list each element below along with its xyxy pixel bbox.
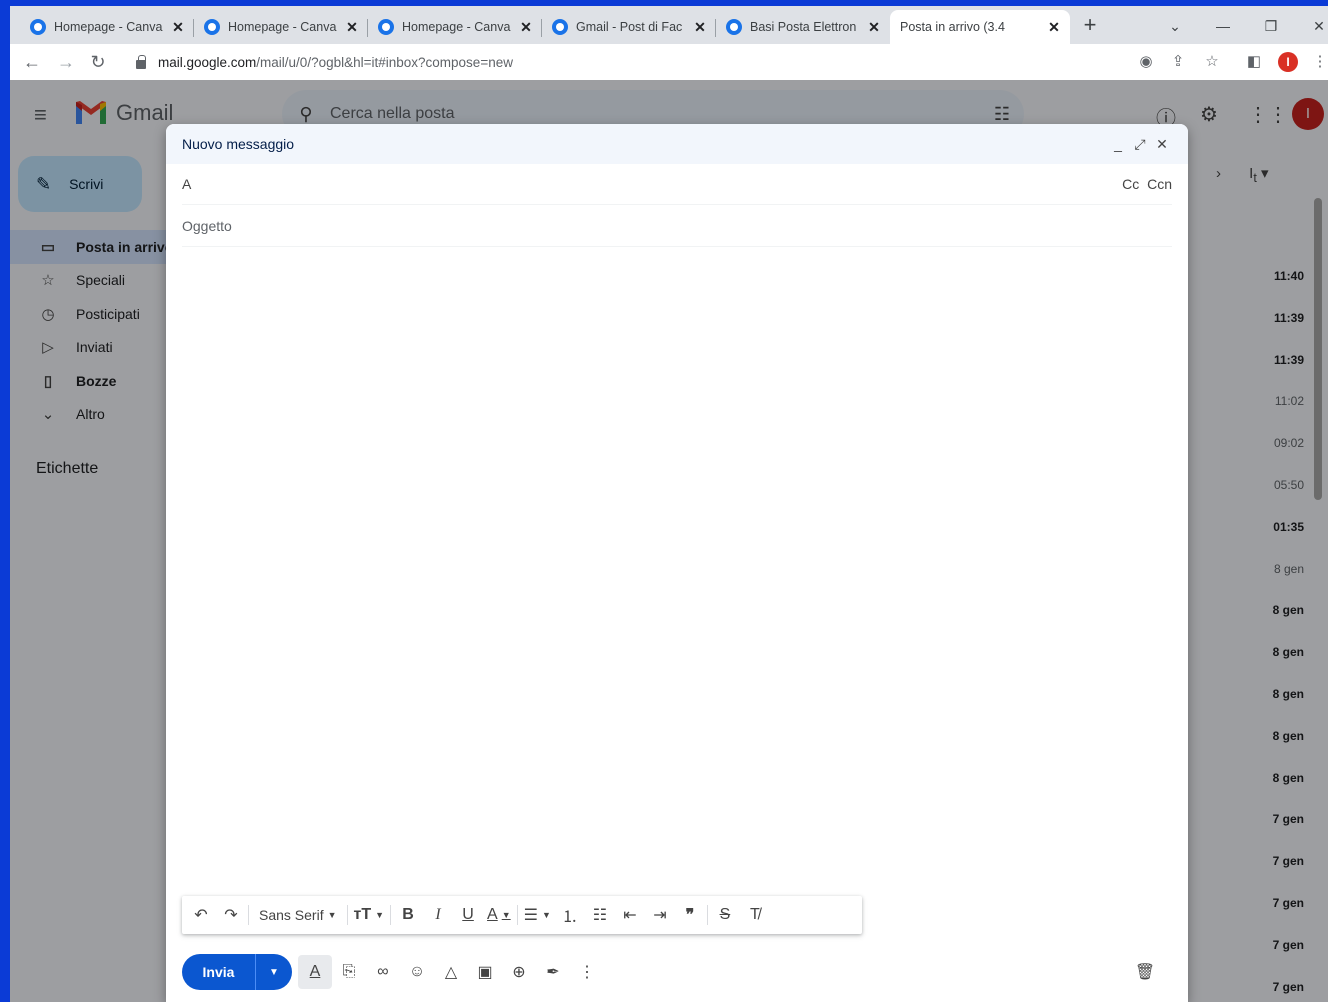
indent-more-icon[interactable]: ⇥	[645, 901, 675, 929]
close-icon[interactable]: ✕	[866, 19, 882, 36]
canva-icon	[552, 19, 568, 35]
new-tab-button[interactable]: +	[1076, 12, 1104, 40]
profile-avatar[interactable]: I	[1278, 52, 1298, 72]
fullscreen-icon[interactable]: ⤢	[1130, 136, 1150, 153]
minimize-icon[interactable]: —	[1208, 12, 1238, 40]
confidential-mode-icon[interactable]: ⊕	[502, 955, 536, 989]
eye-icon[interactable]: ◉	[1134, 50, 1158, 74]
tab-title: Homepage - Canva	[54, 20, 163, 34]
signature-icon[interactable]: ✒	[536, 955, 570, 989]
cc-link[interactable]: Cc	[1122, 176, 1139, 192]
strikethrough-icon[interactable]: S	[710, 901, 740, 929]
undo-icon[interactable]: ↶	[186, 901, 216, 929]
caret-down-icon: ▼	[327, 910, 337, 920]
bulleted-list-icon[interactable]: ☷	[585, 901, 615, 929]
font-family-value: Sans Serif	[259, 907, 324, 923]
to-label: A	[182, 176, 192, 192]
share-icon[interactable]: ⇪	[1166, 50, 1190, 74]
bcc-link[interactable]: Ccn	[1147, 176, 1172, 192]
window-close-icon[interactable]: ✕	[1304, 12, 1328, 40]
tab-strip: Homepage - Canva ✕ Homepage - Canva ✕ Ho…	[10, 6, 1328, 103]
emoji-icon[interactable]: ☺	[400, 955, 434, 989]
numbered-list-icon[interactable]: ⒈	[555, 901, 585, 929]
canva-icon	[30, 19, 46, 35]
close-icon[interactable]: ✕	[344, 19, 360, 36]
close-icon[interactable]: ✕	[170, 19, 186, 36]
indent-less-icon[interactable]: ⇤	[615, 901, 645, 929]
recipients-row: A Cc Ccn	[182, 164, 1172, 205]
compose-header[interactable]: Nuovo messaggio _ ⤢ ✕	[166, 124, 1188, 164]
font-family-select[interactable]: Sans Serif ▼	[251, 901, 345, 929]
align-icon[interactable]: ☰ ▼	[520, 901, 555, 929]
canva-icon	[378, 19, 394, 35]
lock-icon[interactable]	[136, 54, 146, 69]
quote-icon[interactable]: ❞	[675, 901, 705, 929]
formatting-options-icon[interactable]: A	[298, 955, 332, 989]
text-color-icon[interactable]: A ▼	[483, 901, 515, 929]
address-bar[interactable]: mail.google.com/mail/u/0/?ogbl&hl=it#inb…	[128, 49, 1118, 75]
browser-tab-basi-posta[interactable]: Basi Posta Elettron ✕	[716, 10, 890, 44]
tab-title: Gmail - Post di Fac	[576, 20, 683, 34]
compose-actions: Invia ▼ A ⎘ ∞ ☺ △ ▣ ⊕ ✒ ⋮ 🗑	[182, 950, 1172, 994]
canva-icon	[726, 19, 742, 35]
canva-icon	[204, 19, 220, 35]
compose-window: Nuovo messaggio _ ⤢ ✕ A Cc Ccn ↶ ↷ Sans …	[166, 124, 1188, 1002]
redo-icon[interactable]: ↷	[216, 901, 246, 929]
remove-formatting-icon[interactable]: T̸	[740, 901, 770, 929]
tab-title: Posta in arrivo (3.4	[900, 20, 1005, 34]
close-icon[interactable]: ✕	[518, 19, 534, 36]
toolbar-divider	[706, 905, 708, 925]
subject-row	[182, 206, 1172, 247]
tab-title: Basi Posta Elettron	[750, 20, 857, 34]
drive-icon[interactable]: △	[434, 955, 468, 989]
tab-title: Homepage - Canva	[228, 20, 337, 34]
toolbar-divider	[390, 905, 392, 925]
insert-photo-icon[interactable]: ▣	[468, 955, 502, 989]
url-path: /mail/u/0/?ogbl&hl=it#inbox?compose=new	[256, 54, 513, 70]
reload-icon[interactable]: ↻	[84, 48, 112, 76]
font-size-icon[interactable]: тT ▼	[350, 901, 389, 929]
send-options-icon[interactable]: ▼	[256, 954, 292, 990]
minimize-icon[interactable]: _	[1108, 136, 1128, 152]
bookmark-star-icon[interactable]: ☆	[1200, 50, 1224, 74]
close-icon[interactable]: ✕	[1152, 136, 1172, 153]
url-host: mail.google.com	[158, 54, 257, 70]
subject-field[interactable]	[182, 218, 1172, 234]
browser-window: Homepage - Canva ✕ Homepage - Canva ✕ Ho…	[10, 6, 1328, 103]
close-icon[interactable]: ✕	[1046, 19, 1062, 36]
link-icon[interactable]: ∞	[366, 955, 400, 989]
trash-icon[interactable]: 🗑	[1128, 956, 1162, 988]
kebab-menu-icon[interactable]: ⋮	[1308, 50, 1328, 74]
formatting-toolbar: ↶ ↷ Sans Serif ▼ тT ▼ B I U A ▼ ☰ ▼ ⒈ ☷ ⇤ ⇥ …	[182, 896, 862, 934]
browser-tab-canva-2[interactable]: Homepage - Canva ✕	[194, 10, 368, 44]
forward-icon[interactable]: →	[52, 48, 80, 76]
toolbar-divider	[346, 905, 348, 925]
browser-tab-canva-1[interactable]: Homepage - Canva ✕	[20, 10, 194, 44]
tab-title: Homepage - Canva	[402, 20, 511, 34]
bold-icon[interactable]: B	[393, 901, 423, 929]
tab-search-icon[interactable]: ⌄	[1160, 12, 1190, 40]
italic-icon[interactable]: I	[423, 901, 453, 929]
restore-icon[interactable]: ❐	[1256, 12, 1286, 40]
browser-tab-canva-3[interactable]: Homepage - Canva ✕	[368, 10, 542, 44]
close-icon[interactable]: ✕	[692, 19, 708, 36]
attach-icon[interactable]: ⎘	[332, 955, 366, 989]
back-icon[interactable]: ←	[18, 48, 46, 76]
cc-bcc-links: Cc Ccn	[1118, 176, 1172, 192]
to-field[interactable]	[197, 176, 1119, 192]
browser-tab-inbox[interactable]: Posta in arrivo (3.4 ✕	[890, 10, 1070, 103]
send-button[interactable]: Invia	[182, 954, 256, 990]
message-body[interactable]	[182, 254, 1172, 884]
more-options-icon[interactable]: ⋮	[570, 955, 604, 989]
toolbar-divider	[516, 905, 518, 925]
side-panel-icon[interactable]: ◧	[1242, 50, 1266, 74]
browser-toolbar: ← → ↻ mail.google.com/mail/u/0/?ogbl&hl=…	[10, 44, 1328, 80]
browser-tab-gmail-post[interactable]: Gmail - Post di Fac ✕	[542, 10, 716, 44]
underline-icon[interactable]: U	[453, 901, 483, 929]
toolbar-divider	[248, 905, 249, 925]
compose-title: Nuovo messaggio	[182, 136, 295, 152]
send-button-group: Invia ▼	[182, 954, 292, 990]
